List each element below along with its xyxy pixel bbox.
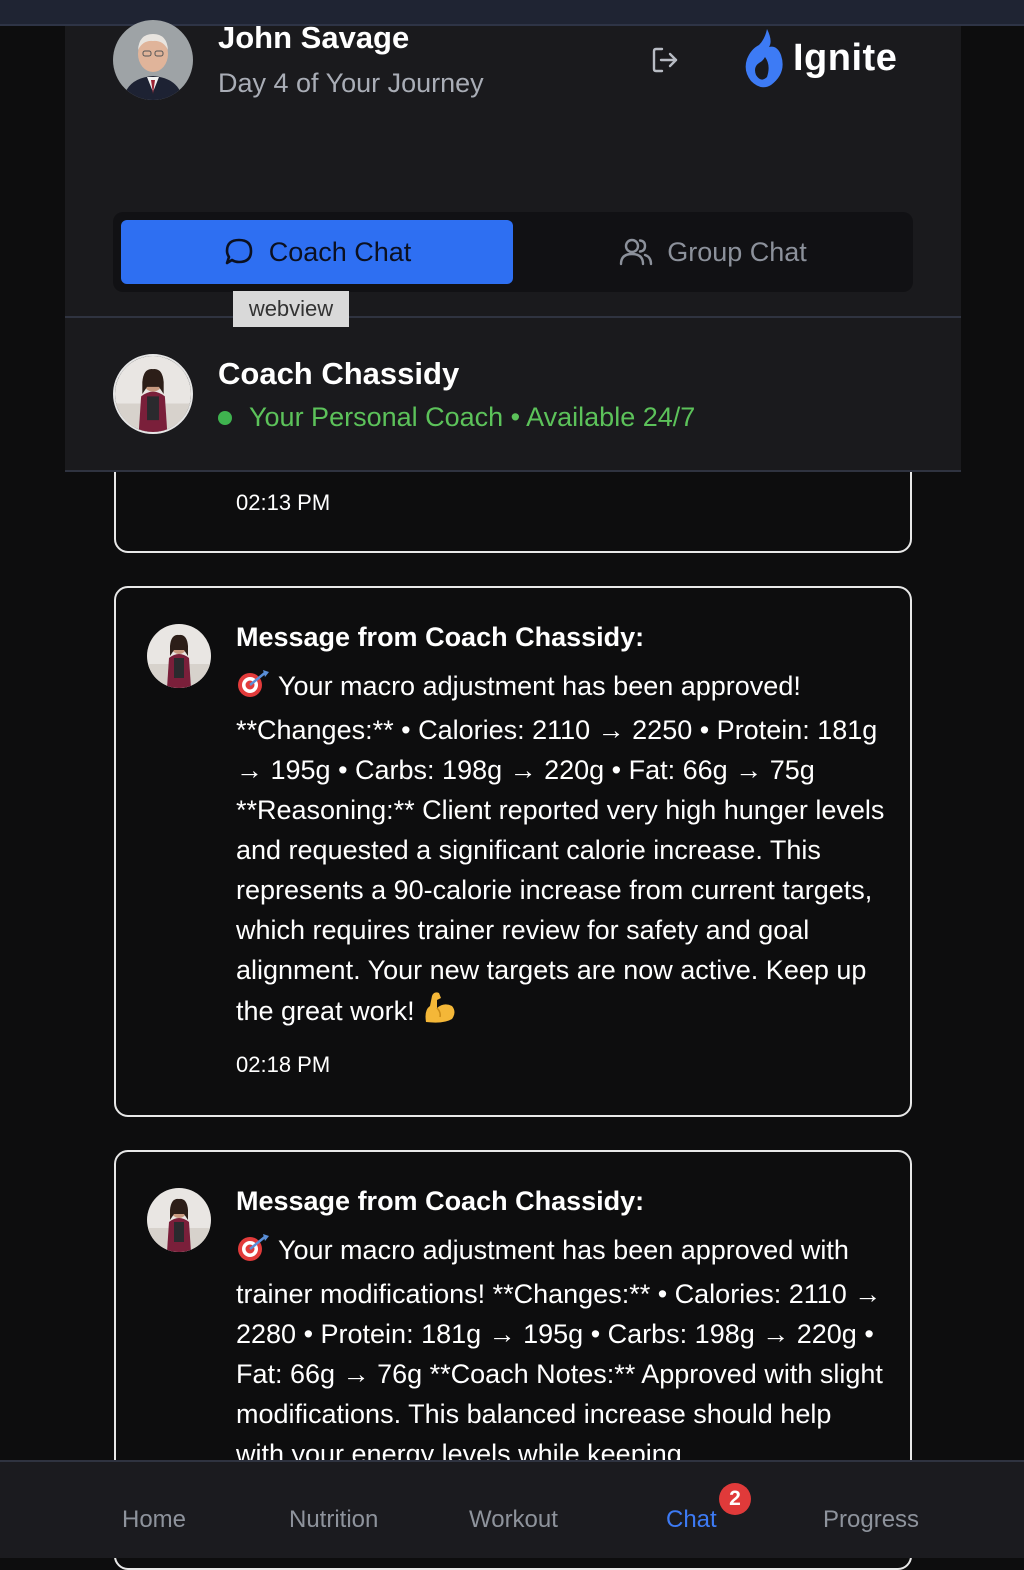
coach-avatar: [113, 354, 193, 434]
nav-chat[interactable]: Chat: [666, 1506, 717, 1534]
nav-workout[interactable]: Workout: [469, 1506, 558, 1534]
tab-group-chat[interactable]: Group Chat: [521, 220, 905, 284]
header-divider: [65, 470, 961, 472]
journey-day: Day 4 of Your Journey: [218, 68, 484, 98]
coach-avatar: [147, 1188, 211, 1252]
webview-tag: webview: [233, 291, 349, 327]
brand-logo: Ignite: [743, 26, 897, 90]
message-text: Your macro adjustment has been approved …: [236, 1235, 883, 1469]
target-icon: [236, 669, 270, 710]
flexed-biceps-icon: [422, 990, 458, 1035]
online-status-dot: [218, 411, 232, 425]
users-icon: [620, 238, 653, 266]
message-text: Your macro adjustment has been approved!…: [236, 671, 885, 1026]
user-avatar: [113, 20, 193, 100]
user-header: John Savage Day 4 of Your Journey Ignite: [65, 20, 961, 126]
chat-tabs: Coach Chat Group Chat: [113, 212, 913, 292]
coach-availability: Your Personal Coach • Available 24/7: [249, 402, 696, 432]
user-name: John Savage: [218, 20, 410, 55]
nav-nutrition[interactable]: Nutrition: [289, 1506, 378, 1534]
message-timestamp: 02:18 PM: [236, 1052, 331, 1077]
coach-name: Coach Chassidy: [218, 356, 460, 391]
bottom-nav: Home Nutrition Workout Chat Progress 2: [0, 1460, 1024, 1558]
message-timestamp: 02:13 PM: [236, 490, 331, 515]
chat-unread-badge: 2: [719, 1483, 751, 1515]
header-divider: [65, 316, 961, 318]
message-card: Message from Coach Chassidy: Your macro …: [114, 586, 912, 1117]
logout-icon: [652, 47, 678, 73]
chat-header-panel: John Savage Day 4 of Your Journey Ignite…: [65, 20, 961, 472]
tab-label: Group Chat: [667, 236, 807, 267]
chat-bubble-icon: [225, 238, 253, 265]
flame-icon: [745, 29, 783, 88]
message-title: Message from Coach Chassidy:: [236, 622, 645, 652]
target-icon: [236, 1233, 270, 1274]
tab-label: Coach Chat: [268, 236, 412, 267]
message-body: Your macro adjustment has been approved …: [236, 1230, 886, 1474]
tab-coach-chat[interactable]: Coach Chat: [121, 220, 513, 284]
brand-name: Ignite: [793, 36, 898, 79]
nav-home[interactable]: Home: [122, 1506, 186, 1534]
logout-button[interactable]: [649, 44, 681, 76]
nav-progress[interactable]: Progress: [823, 1506, 919, 1534]
message-body: Your macro adjustment has been approved!…: [236, 666, 886, 1035]
message-title: Message from Coach Chassidy:: [236, 1186, 645, 1216]
coach-avatar: [147, 624, 211, 688]
